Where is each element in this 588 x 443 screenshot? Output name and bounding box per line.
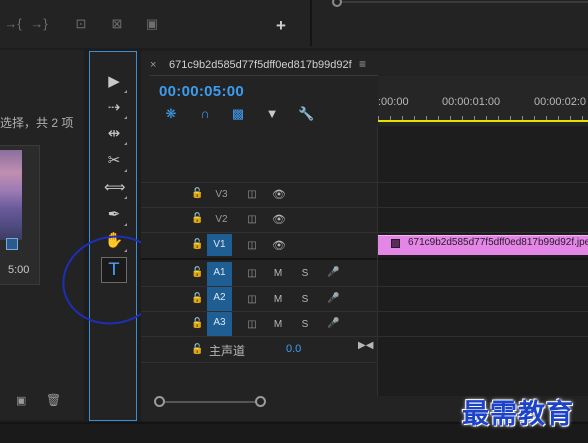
top-left-panel: →{ →} ⊡ ⊠ ▣ +: [0, 0, 312, 46]
track-label[interactable]: V2: [209, 209, 234, 231]
zoom-handle-right[interactable]: [255, 396, 266, 407]
sync-lock-icon[interactable]: ◫: [245, 320, 259, 330]
snap-magnet-icon[interactable]: ∩: [197, 106, 213, 122]
step-forward-icon[interactable]: →}: [30, 16, 48, 32]
track-select-tool-icon[interactable]: ⇢: [104, 98, 127, 119]
play-in-icon[interactable]: →{: [4, 16, 22, 32]
zoom-handle-left[interactable]: [154, 396, 165, 407]
mute-button[interactable]: M: [273, 294, 283, 306]
new-item-icon[interactable]: ▣: [16, 394, 28, 407]
source-patch-a1[interactable]: A1: [207, 262, 232, 286]
sequence-tab-title[interactable]: 671c9b2d585d77f5dff0ed817b99d92f: [169, 59, 352, 71]
lift-icon[interactable]: ⊡: [72, 16, 90, 32]
watermark-logo: 最需教育: [462, 399, 574, 430]
clip-name: 671c9b2d585d77f5dff0ed817b99d92f.jpeg: [408, 237, 588, 248]
clip-duration: 5:00: [8, 264, 30, 276]
track-label[interactable]: V3: [209, 184, 234, 206]
mute-button[interactable]: M: [273, 319, 283, 331]
lock-icon[interactable]: 🔓: [191, 318, 203, 330]
ruler-label: 00:00:02:0: [534, 96, 586, 108]
clip-fx-icon: [391, 239, 400, 248]
source-patch-a3[interactable]: A3: [207, 312, 232, 336]
wrench-settings-icon[interactable]: 🔧: [298, 106, 314, 122]
top-scrollbar-track[interactable]: [342, 1, 588, 3]
add-button-icon[interactable]: +: [272, 17, 290, 34]
tab-divider: [150, 75, 378, 76]
lock-icon[interactable]: 🔓: [191, 213, 203, 225]
track-row-a3: 🔓 A3 ◫ M S 🎤: [141, 312, 378, 336]
panel-menu-icon[interactable]: ≡: [359, 57, 366, 71]
ripple-edit-tool-icon[interactable]: ⇹: [104, 124, 127, 145]
close-tab-icon[interactable]: ×: [150, 59, 156, 71]
lock-icon[interactable]: 🔓: [191, 293, 203, 305]
solo-button[interactable]: S: [300, 294, 310, 306]
work-area-bar[interactable]: [378, 120, 588, 122]
video-audio-divider[interactable]: [141, 258, 588, 260]
eye-icon[interactable]: 👁: [272, 190, 286, 201]
track-row-v2: 🔓 V2 ◫ 👁: [141, 208, 378, 232]
ruler-label: :00:00: [378, 96, 409, 108]
go-to-end-icon[interactable]: ▶◀: [358, 340, 373, 351]
eye-icon[interactable]: 👁: [272, 215, 286, 226]
lock-icon[interactable]: 🔓: [191, 344, 203, 356]
razor-tool-icon[interactable]: ✂: [104, 151, 127, 172]
extract-icon[interactable]: ⊠: [108, 16, 126, 32]
sync-lock-icon[interactable]: ◫: [245, 269, 259, 279]
microphone-icon[interactable]: 🎤: [327, 267, 339, 279]
eye-icon[interactable]: 👁: [272, 241, 286, 252]
sync-lock-icon[interactable]: ◫: [245, 295, 259, 305]
lock-icon[interactable]: 🔓: [191, 188, 203, 200]
playhead-timecode[interactable]: 00:00:05:00: [159, 83, 244, 100]
camera-icon[interactable]: ▣: [143, 16, 161, 32]
solo-button[interactable]: S: [300, 319, 310, 331]
image-type-badge-icon: [6, 238, 18, 250]
selection-count-text: 选择，共 2 项: [0, 116, 74, 130]
track-content-area[interactable]: [378, 126, 588, 396]
lock-icon[interactable]: 🔓: [191, 239, 203, 251]
clip-thumbnail-image[interactable]: [0, 150, 22, 240]
mute-button[interactable]: M: [273, 268, 283, 280]
track-separator: [141, 336, 588, 337]
sync-lock-icon[interactable]: ◫: [245, 215, 259, 225]
master-volume-value[interactable]: 0.0: [286, 343, 301, 355]
track-separator: [141, 362, 378, 363]
track-row-v3: 🔓 V3 ◫ 👁: [141, 183, 378, 207]
solo-button[interactable]: S: [300, 268, 310, 280]
microphone-icon[interactable]: 🎤: [327, 318, 339, 330]
linked-selection-icon[interactable]: ▩: [230, 106, 246, 122]
sync-lock-icon[interactable]: ◫: [245, 190, 259, 200]
master-track-label: 主声道: [209, 344, 246, 358]
source-patch-a2[interactable]: A2: [207, 287, 232, 311]
microphone-icon[interactable]: 🎤: [327, 293, 339, 305]
source-patch-v1[interactable]: V1: [207, 234, 232, 256]
selection-tool-icon[interactable]: ▶: [104, 72, 127, 93]
program-monitor-strip: [316, 0, 588, 46]
pen-tool-icon[interactable]: ✒: [104, 205, 127, 226]
zoom-scrollbar-track[interactable]: [164, 401, 260, 403]
nest-sequence-icon[interactable]: ❋: [163, 106, 179, 122]
add-marker-icon[interactable]: ▼: [264, 106, 280, 122]
trash-icon[interactable]: 🗑: [46, 393, 61, 407]
slip-tool-icon[interactable]: ⟺: [104, 178, 127, 199]
track-row-v1: 🔓 V1 ◫ 👁: [141, 233, 378, 258]
ruler-label: 00:00:01:00: [442, 96, 501, 108]
track-row-a1: 🔓 A1 ◫ M S 🎤: [141, 261, 378, 286]
sync-lock-icon[interactable]: ◫: [245, 241, 259, 251]
lock-icon[interactable]: 🔓: [191, 267, 203, 279]
track-row-a2: 🔓 A2 ◫ M S 🎤: [141, 287, 378, 311]
